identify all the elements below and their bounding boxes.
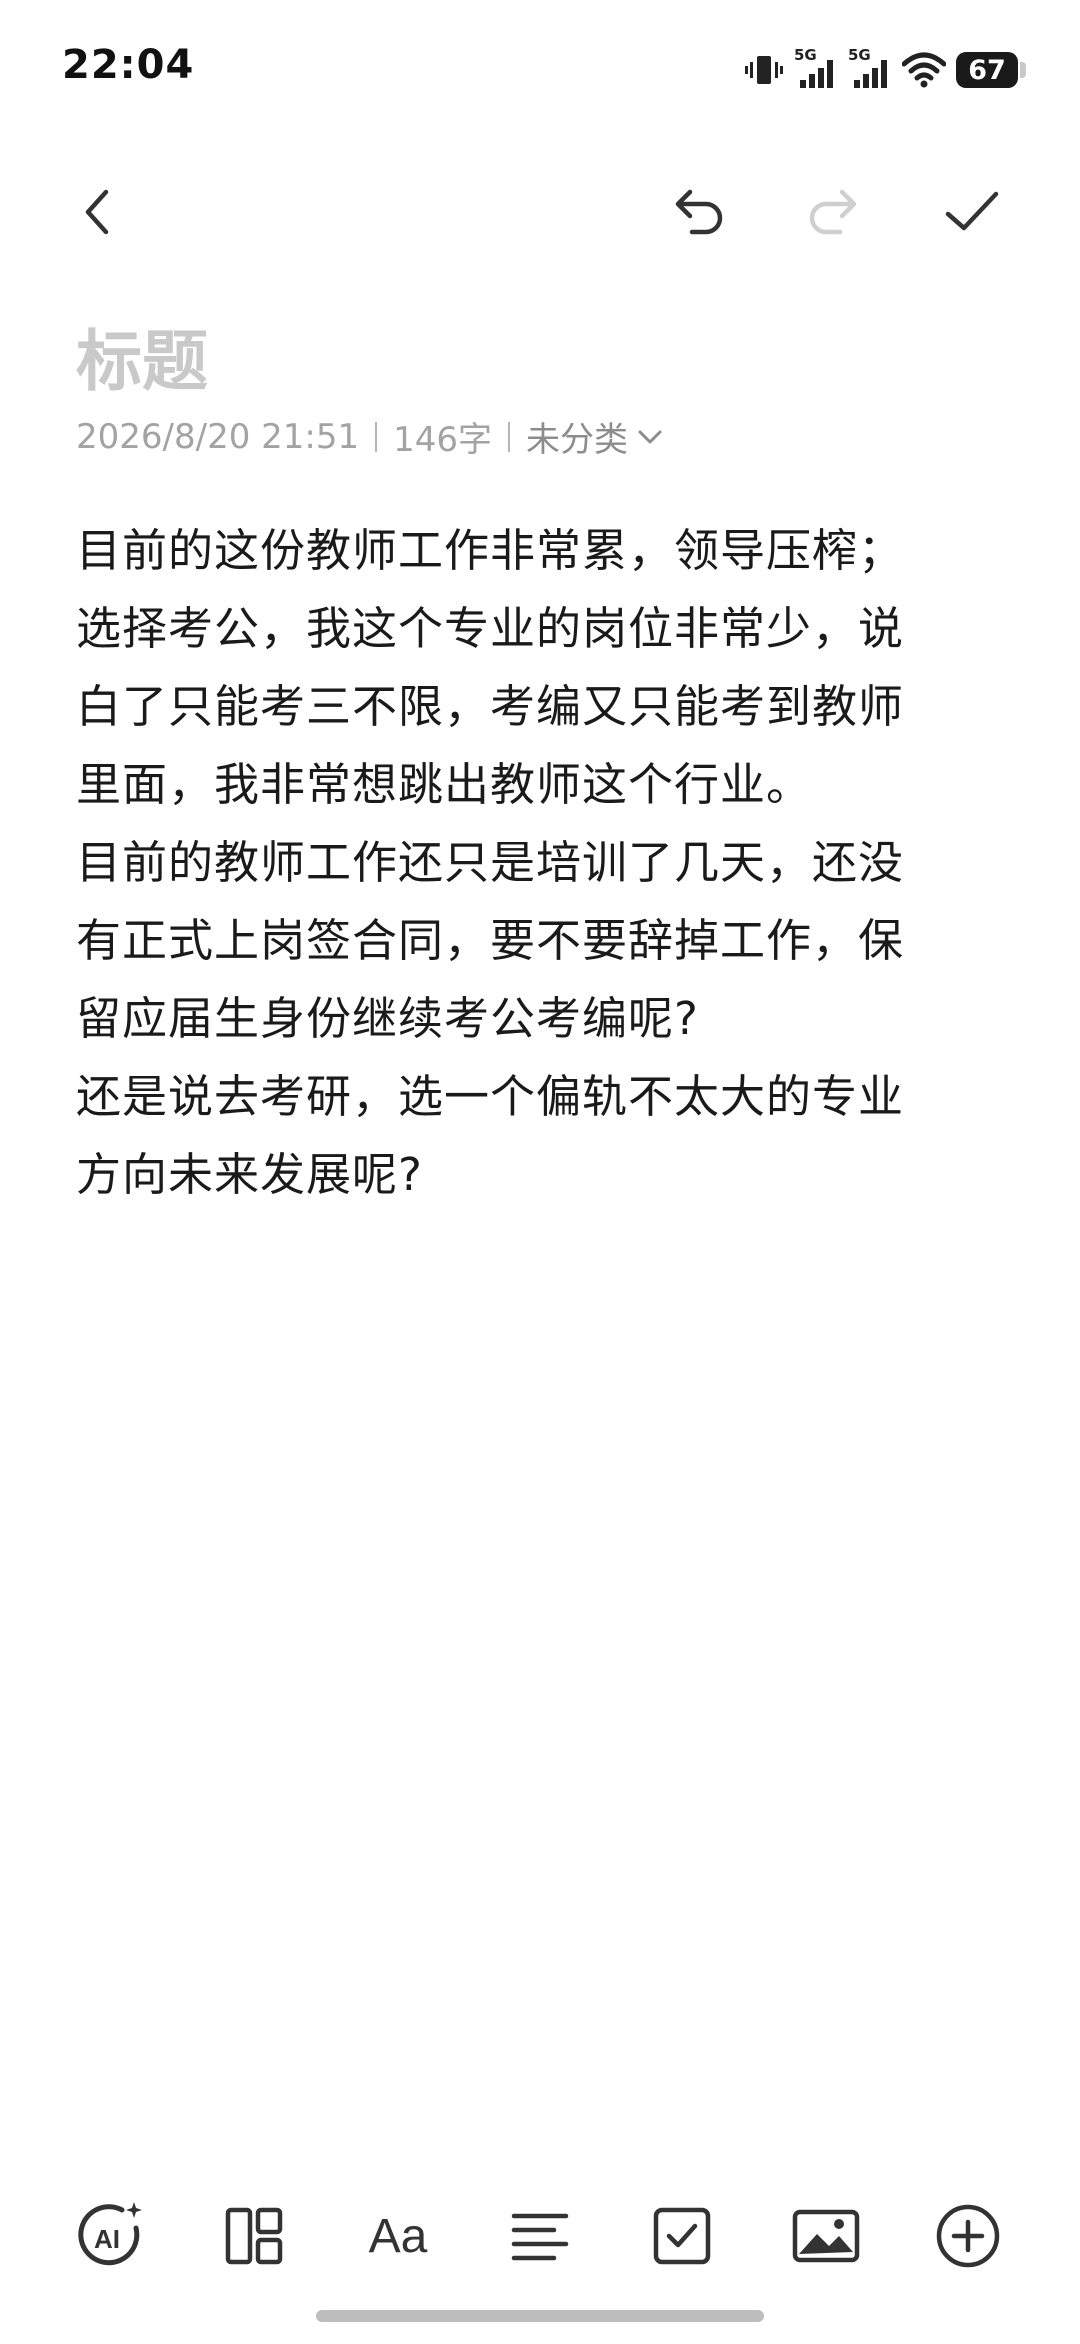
note-editor-screen: 22:04 5G 5G 67 标题 2026/8/20 21:51 146字 未… (0, 0, 1080, 2344)
note-word-count: 146字 (393, 420, 493, 460)
battery-indicator: 67 (956, 52, 1026, 88)
layout-icon (225, 2207, 283, 2265)
format-toolbar: AI Aa (0, 2196, 1080, 2286)
ai-label: AI (94, 2224, 120, 2254)
ai-button[interactable]: AI (72, 2196, 152, 2276)
done-button[interactable] (940, 180, 1004, 244)
note-body-line: 目前的这份教师工作非常累，领导压榨； (76, 524, 905, 577)
text-format-icon: Aa (368, 2209, 428, 2263)
note-body-line: 目前的教师工作还只是培训了几天，还没 (76, 836, 905, 889)
image-icon (792, 2209, 860, 2263)
note-body-line: 方向未来发展呢? (76, 1148, 423, 1201)
add-button[interactable] (928, 2196, 1008, 2276)
undo-icon (675, 189, 723, 235)
checklist-button[interactable] (642, 2196, 722, 2276)
note-date: 2026/8/20 21:51 (76, 416, 360, 457)
signal-5g-icon: 5G (848, 46, 892, 90)
align-button[interactable] (500, 2196, 580, 2276)
category-dropdown[interactable]: 未分类 (526, 412, 664, 461)
meta-divider (508, 421, 511, 452)
ai-icon: AI (78, 2202, 142, 2266)
category-label: 未分类 (526, 420, 629, 460)
note-body-line: 白了只能考三不限，考编又只能考到教师 (76, 680, 905, 733)
checkbox-icon (653, 2207, 711, 2265)
vibrate-icon (744, 50, 784, 90)
chevron-down-icon (638, 430, 662, 443)
chevron-left-icon (85, 189, 109, 235)
note-body-line: 有正式上岗签合同，要不要辞掉工作，保 (76, 914, 905, 967)
note-body-line: 里面，我非常想跳出教师这个行业。 (76, 758, 813, 811)
redo-button[interactable] (800, 180, 864, 244)
note-title-input[interactable]: 标题 (76, 308, 208, 404)
layout-button[interactable] (214, 2196, 294, 2276)
insert-image-button[interactable] (786, 2196, 866, 2276)
status-icons: 5G 5G 67 (744, 46, 1026, 92)
note-body-line: 选择考公，我这个专业的岗位非常少，说 (76, 602, 905, 655)
note-body-line: 还是说去考研，选一个偏轨不太大的专业 (76, 1070, 905, 1123)
text-format-button[interactable]: Aa (358, 2196, 438, 2276)
note-body-line: 留应届生身份继续考公考编呢? (76, 992, 699, 1045)
home-indicator[interactable] (316, 2310, 764, 2322)
align-icon (511, 2213, 569, 2261)
signal-5g-icon: 5G (794, 46, 838, 90)
note-meta: 2026/8/20 21:51 146字 未分类 (76, 412, 664, 461)
undo-button[interactable] (668, 180, 732, 244)
plus-circle-icon (936, 2204, 1000, 2268)
check-icon (945, 191, 999, 231)
back-button[interactable] (66, 180, 130, 244)
redo-icon (809, 189, 857, 235)
status-time: 22:04 (62, 42, 195, 88)
editor-toolbar (0, 160, 1080, 260)
wifi-icon (902, 50, 946, 90)
note-body-editor[interactable]: 目前的这份教师工作非常累，领导压榨； 选择考公，我这个专业的岗位非常少，说 白了… (76, 512, 996, 1214)
meta-divider (375, 421, 378, 452)
status-bar: 22:04 5G 5G 67 (0, 0, 1080, 140)
